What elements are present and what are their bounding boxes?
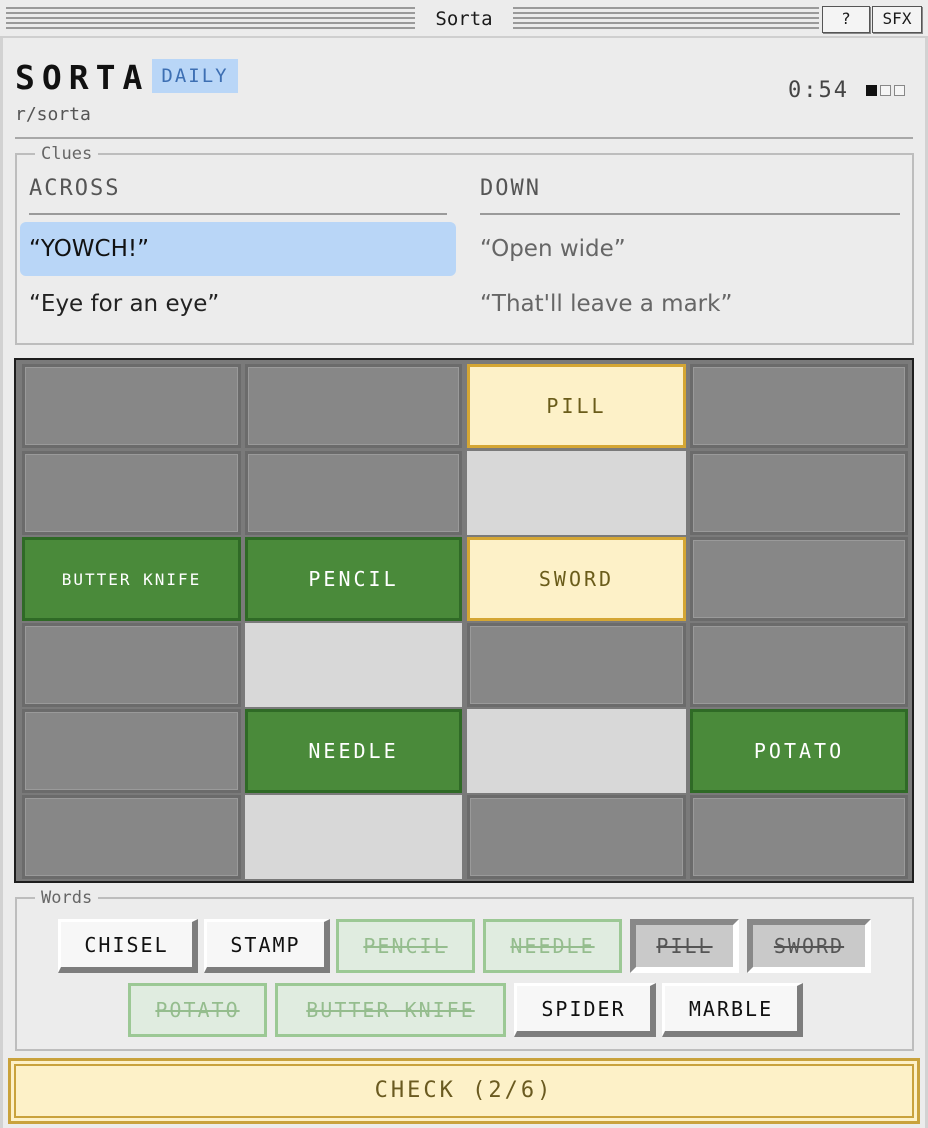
progress-dot (880, 85, 891, 96)
titlebar-stripes-right (513, 7, 819, 31)
grid-cell-r2-c3[interactable] (467, 451, 686, 535)
grid-cell-r1-c2[interactable] (245, 364, 462, 448)
words-legend: Words (35, 888, 99, 908)
word-chip-chisel[interactable]: CHISEL (58, 919, 198, 973)
word-chip-pill[interactable]: PILL (630, 919, 739, 973)
grid-cell-r1-c4[interactable] (690, 364, 908, 448)
window-title: Sorta (415, 4, 513, 34)
grid-cell-r5-c3[interactable] (467, 709, 686, 793)
progress-dot (894, 85, 905, 96)
timer: 0:54 (788, 78, 849, 103)
daily-badge: DAILY (152, 59, 238, 93)
grid-cell-r5-c1[interactable] (22, 709, 241, 793)
grid-cell-r6-c2[interactable] (245, 795, 462, 879)
down-heading: DOWN (480, 176, 541, 201)
grid-cell-r4-c2[interactable] (245, 623, 462, 707)
progress-indicator (866, 85, 905, 96)
clue-across-2[interactable]: “Eye for an eye” (20, 277, 456, 331)
grid-cell-r3-c3[interactable]: SWORD (467, 537, 686, 621)
check-button[interactable]: CHECK (2/6) (8, 1058, 920, 1124)
grid-cell-r6-c3[interactable] (467, 795, 686, 879)
grid-cell-r2-c1[interactable] (22, 451, 241, 535)
grid-cell-r3-c2[interactable]: PENCIL (245, 537, 462, 621)
titlebar-stripes-left (6, 7, 415, 31)
grid-cell-r2-c4[interactable] (690, 451, 908, 535)
window-titlebar: Sorta ? SFX (0, 0, 928, 38)
grid-cell-r5-c4[interactable]: POTATO (690, 709, 908, 793)
word-chip-spider[interactable]: SPIDER (514, 983, 656, 1037)
word-chip-marble[interactable]: MARBLE (662, 983, 803, 1037)
clue-down-2[interactable]: “That'll leave a mark” (471, 277, 907, 331)
clues-legend: Clues (35, 144, 99, 164)
word-chip-stamp[interactable]: STAMP (204, 919, 330, 973)
across-heading: ACROSS (29, 176, 121, 201)
progress-dot (866, 85, 877, 96)
grid-cell-r2-c2[interactable] (245, 451, 462, 535)
grid-cell-r1-c3[interactable]: PILL (467, 364, 686, 448)
help-button[interactable]: ? (822, 6, 870, 33)
word-chip-potato[interactable]: POTATO (128, 983, 267, 1037)
grid-cell-r4-c4[interactable] (690, 623, 908, 707)
grid-cell-r4-c3[interactable] (467, 623, 686, 707)
grid-cell-r6-c4[interactable] (690, 795, 908, 879)
grid-cell-r6-c1[interactable] (22, 795, 241, 879)
grid-cell-r4-c1[interactable] (22, 623, 241, 707)
clue-across-1[interactable]: “YOWCH!” (20, 222, 456, 276)
word-chip-sword[interactable]: SWORD (747, 919, 871, 973)
grid-cell-r3-c4[interactable] (690, 537, 908, 621)
header-divider (15, 137, 913, 139)
game-title: SORTA (15, 58, 150, 97)
down-divider (480, 213, 900, 215)
across-divider (29, 213, 447, 215)
word-chip-butter-knife[interactable]: BUTTER KNIFE (275, 983, 506, 1037)
word-chip-pencil[interactable]: PENCIL (336, 919, 475, 973)
word-chip-needle[interactable]: NEEDLE (483, 919, 622, 973)
subreddit-label: r/sorta (15, 104, 91, 125)
grid-cell-r5-c2[interactable]: NEEDLE (245, 709, 462, 793)
grid-cell-r1-c1[interactable] (22, 364, 241, 448)
sfx-toggle-button[interactable]: SFX (872, 6, 922, 33)
grid-cell-r3-c1[interactable]: BUTTER KNIFE (22, 537, 241, 621)
clue-down-1[interactable]: “Open wide” (471, 222, 907, 276)
